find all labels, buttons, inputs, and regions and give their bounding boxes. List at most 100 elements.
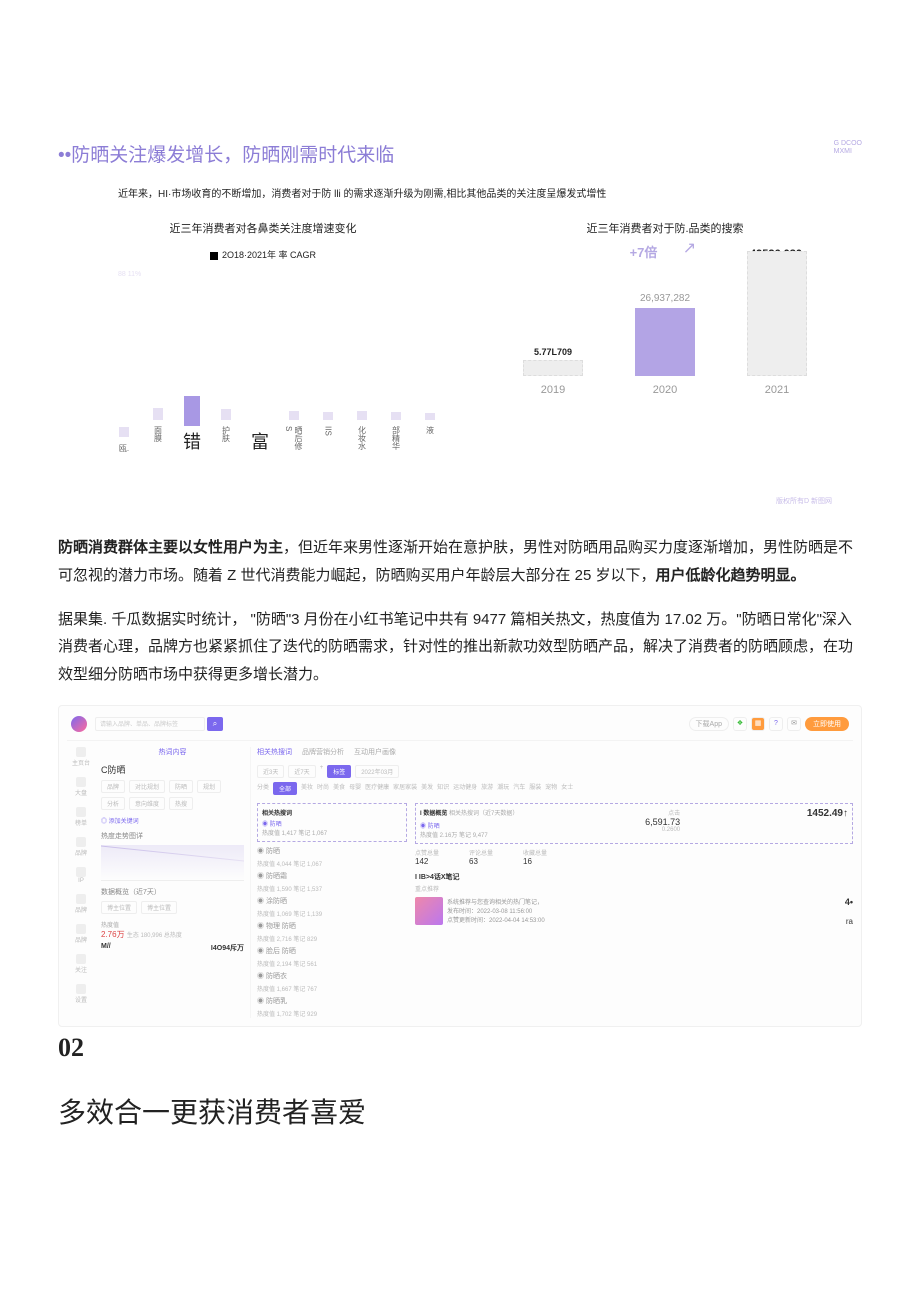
cta-button[interactable]: 立即使用 bbox=[805, 717, 849, 731]
icon-sidebar: 主页台 大盘 榜单 品牌 IP 品牌 品牌 关注 设置 bbox=[67, 747, 95, 1018]
icon-msg[interactable]: ✉ bbox=[787, 717, 801, 731]
tab-brand[interactable]: 品牌营销分析 bbox=[302, 747, 344, 757]
metric-up: 1452.49↑ bbox=[807, 808, 848, 819]
cat-pill[interactable]: 全部 bbox=[273, 782, 297, 795]
side-item[interactable]: 主页台 bbox=[72, 747, 90, 767]
bar bbox=[289, 411, 299, 420]
cat-pill[interactable]: 宠物 bbox=[545, 782, 557, 795]
cat-pill[interactable]: 医疗健康 bbox=[365, 782, 389, 795]
dashboard-screenshot: 请输入品牌、单品、品牌标签 ⌕ 下载App ❖ ▦ ? ✉ 立即使用 主页台 大… bbox=[58, 705, 862, 1027]
bar bbox=[425, 413, 435, 420]
cat-pill[interactable]: 美食 bbox=[333, 782, 345, 795]
x-label: 2021 bbox=[765, 384, 789, 396]
filter-pill[interactable]: 分析 bbox=[101, 797, 125, 810]
icon-grid[interactable]: ▦ bbox=[751, 717, 765, 731]
note-item[interactable]: 系统推荐与您查询相关的热门笔记， 发布时间：2022-03-08 11:56:0… bbox=[415, 897, 545, 925]
filter-pill[interactable]: 对比规划 bbox=[129, 780, 165, 793]
subheading: 近年来，HI·市场收育的不断增加，消费者对于防 lli 的需求逐渐升级为刚需,相… bbox=[118, 185, 862, 200]
trend-title: 热度走势图详 bbox=[101, 831, 244, 841]
tab-user[interactable]: 互动用户画像 bbox=[354, 747, 396, 757]
bar-label: 5.77L709 bbox=[534, 347, 572, 357]
cat-pill[interactable]: 运动健身 bbox=[453, 782, 477, 795]
trend-chart bbox=[101, 845, 244, 881]
side-item[interactable]: 品牌 bbox=[75, 924, 87, 944]
headline-row: ••防晒关注爆发增长，防晒刚需时代来临 G DCOO MXMI bbox=[58, 140, 862, 167]
period-pill: + bbox=[320, 765, 324, 778]
cat-pill[interactable]: 知识 bbox=[437, 782, 449, 795]
bar-2019 bbox=[523, 360, 583, 376]
corner-mark: G DCOO MXMI bbox=[834, 140, 862, 157]
top-actions: 下载App ❖ ▦ ? ✉ 立即使用 bbox=[689, 717, 849, 731]
search-button[interactable]: ⌕ bbox=[207, 717, 223, 731]
left-tab[interactable]: 热词内容 bbox=[101, 747, 244, 757]
chart-right: 近三年消费者对于防.品类的搜索 49526.030 +7倍 ↗ 5.77L709… bbox=[488, 220, 842, 506]
side-item[interactable]: IP bbox=[76, 867, 86, 884]
bar bbox=[357, 411, 367, 420]
filter-pill[interactable]: 防晒 bbox=[169, 780, 193, 793]
filter-pill[interactable]: 热搜 bbox=[169, 797, 193, 810]
period-pill[interactable]: 近3天 bbox=[257, 765, 284, 778]
tab-hot[interactable]: 相关热搜词 bbox=[257, 747, 292, 757]
hot-box: 相关热搜词 ◉ 防晒 热度值 1,417 笔记 1,067 bbox=[257, 803, 407, 842]
list-item[interactable]: ◉ 防晒 bbox=[257, 846, 407, 856]
icon-help[interactable]: ? bbox=[769, 717, 783, 731]
cat-pill[interactable]: 时尚 bbox=[317, 782, 329, 795]
chart-left-title: 近三年消费者对各鼻类关注度增速变化 bbox=[78, 220, 448, 236]
chart-right-title: 近三年消费者对于防.品类的搜索 bbox=[488, 220, 842, 236]
category-row: 分类 全部 美妆 时尚 美食 母婴 医疗健康 家居家装 美发 知识 运动健身 旅… bbox=[257, 782, 853, 795]
list-item[interactable]: ◉ 物理 防晒 bbox=[257, 921, 407, 931]
main-panel: 相关热搜词 品牌营销分析 互动用户画像 近3天 近7天 + 标签 2022年03… bbox=[257, 747, 853, 1018]
bar bbox=[323, 412, 333, 420]
bar-label: 26,937,282 bbox=[640, 293, 690, 304]
summary-box: I 数据概览 相关热搜词（近7天数据） ◉ 防晒 热度值 2.16万 笔记 9,… bbox=[415, 803, 853, 844]
filter-pill[interactable]: 规划 bbox=[197, 780, 221, 793]
period-pill[interactable]: 标签 bbox=[327, 765, 351, 778]
note-thumb bbox=[415, 897, 443, 925]
cat-pill[interactable]: 汽车 bbox=[513, 782, 525, 795]
bar-main bbox=[184, 396, 200, 426]
page-title: ••防晒关注爆发增长，防晒刚需时代来临 bbox=[58, 140, 394, 167]
cat-pill[interactable]: 女士 bbox=[561, 782, 573, 795]
list-item[interactable]: ◉ 脸后 防晒 bbox=[257, 946, 407, 956]
add-keyword[interactable]: ◎ 添加关键词 bbox=[101, 816, 244, 825]
filter-pill[interactable]: 品牌 bbox=[101, 780, 125, 793]
cat-pill[interactable]: 美发 bbox=[421, 782, 433, 795]
download-app[interactable]: 下载App bbox=[689, 717, 729, 731]
body-paragraph-2: 据果集. 千瓜数据实时统计， "防晒"3 月份在小红书笔记中共有 9477 篇相… bbox=[58, 606, 862, 689]
side-item[interactable]: 品牌 bbox=[75, 837, 87, 857]
bar-chart-left: 瓯. 面膜 错 护肤 富 晒后修S IIS 化妆水 部精华 液 bbox=[78, 344, 448, 454]
left-panel: 热词内容 C防晒 品牌 对比规划 防晒 规划 分析 意向维度 热搜 ◎ 添加关键… bbox=[101, 747, 251, 1018]
cat-pill[interactable]: 潮玩 bbox=[497, 782, 509, 795]
side-item[interactable]: 大盘 bbox=[75, 777, 87, 797]
cat-pill[interactable]: 美妆 bbox=[301, 782, 313, 795]
filter-pill[interactable]: 意向维度 bbox=[129, 797, 165, 810]
cat-pill[interactable]: 母婴 bbox=[349, 782, 361, 795]
chart-left-legend: 2O18·2021年 率 CAGR bbox=[78, 248, 448, 261]
cat-pill[interactable]: 家居家装 bbox=[393, 782, 417, 795]
side-item[interactable]: 设置 bbox=[75, 984, 87, 1004]
chart-left: 近三年消费者对各鼻类关注度增速变化 2O18·2021年 率 CAGR 88 1… bbox=[78, 220, 448, 506]
period-pill[interactable]: 近7天 bbox=[288, 765, 315, 778]
chart-right-footer: 版权所有D 新图网 bbox=[488, 496, 832, 506]
search-input[interactable]: 请输入品牌、单品、品牌标签 bbox=[95, 717, 205, 731]
subfilter[interactable]: 博主位置 bbox=[141, 901, 177, 914]
cat-pill[interactable]: 服装 bbox=[529, 782, 541, 795]
list-item[interactable]: ◉ 防晒乳 bbox=[257, 996, 407, 1006]
list-item[interactable]: ◉ 涂防晒 bbox=[257, 896, 407, 906]
subfilter[interactable]: 博主位置 bbox=[101, 901, 137, 914]
badge-4: 4• bbox=[845, 897, 853, 907]
list-item[interactable]: ◉ 防晒霜 bbox=[257, 871, 407, 881]
chart-left-ghost: 88 11% bbox=[118, 271, 448, 278]
cat-pill[interactable]: 旅游 bbox=[481, 782, 493, 795]
period-row: 近3天 近7天 + 标签 2022年03月 bbox=[257, 765, 853, 778]
charts-row: 近三年消费者对各鼻类关注度增速变化 2O18·2021年 率 CAGR 88 1… bbox=[58, 220, 862, 506]
period-pill[interactable]: 2022年03月 bbox=[355, 765, 399, 778]
keyword-hot: C防晒 bbox=[101, 763, 244, 776]
side-item[interactable]: 关注 bbox=[75, 954, 87, 974]
bar bbox=[119, 427, 129, 437]
icon-green[interactable]: ❖ bbox=[733, 717, 747, 731]
list-item[interactable]: ◉ 防晒衣 bbox=[257, 971, 407, 981]
side-item[interactable]: 榜单 bbox=[75, 807, 87, 827]
side-item[interactable]: 品牌 bbox=[75, 894, 87, 914]
body-paragraph-1: 防晒消费群体主要以女性用户为主，但近年来男性逐渐开始在意护肤，男性对防晒用品购买… bbox=[58, 534, 862, 590]
